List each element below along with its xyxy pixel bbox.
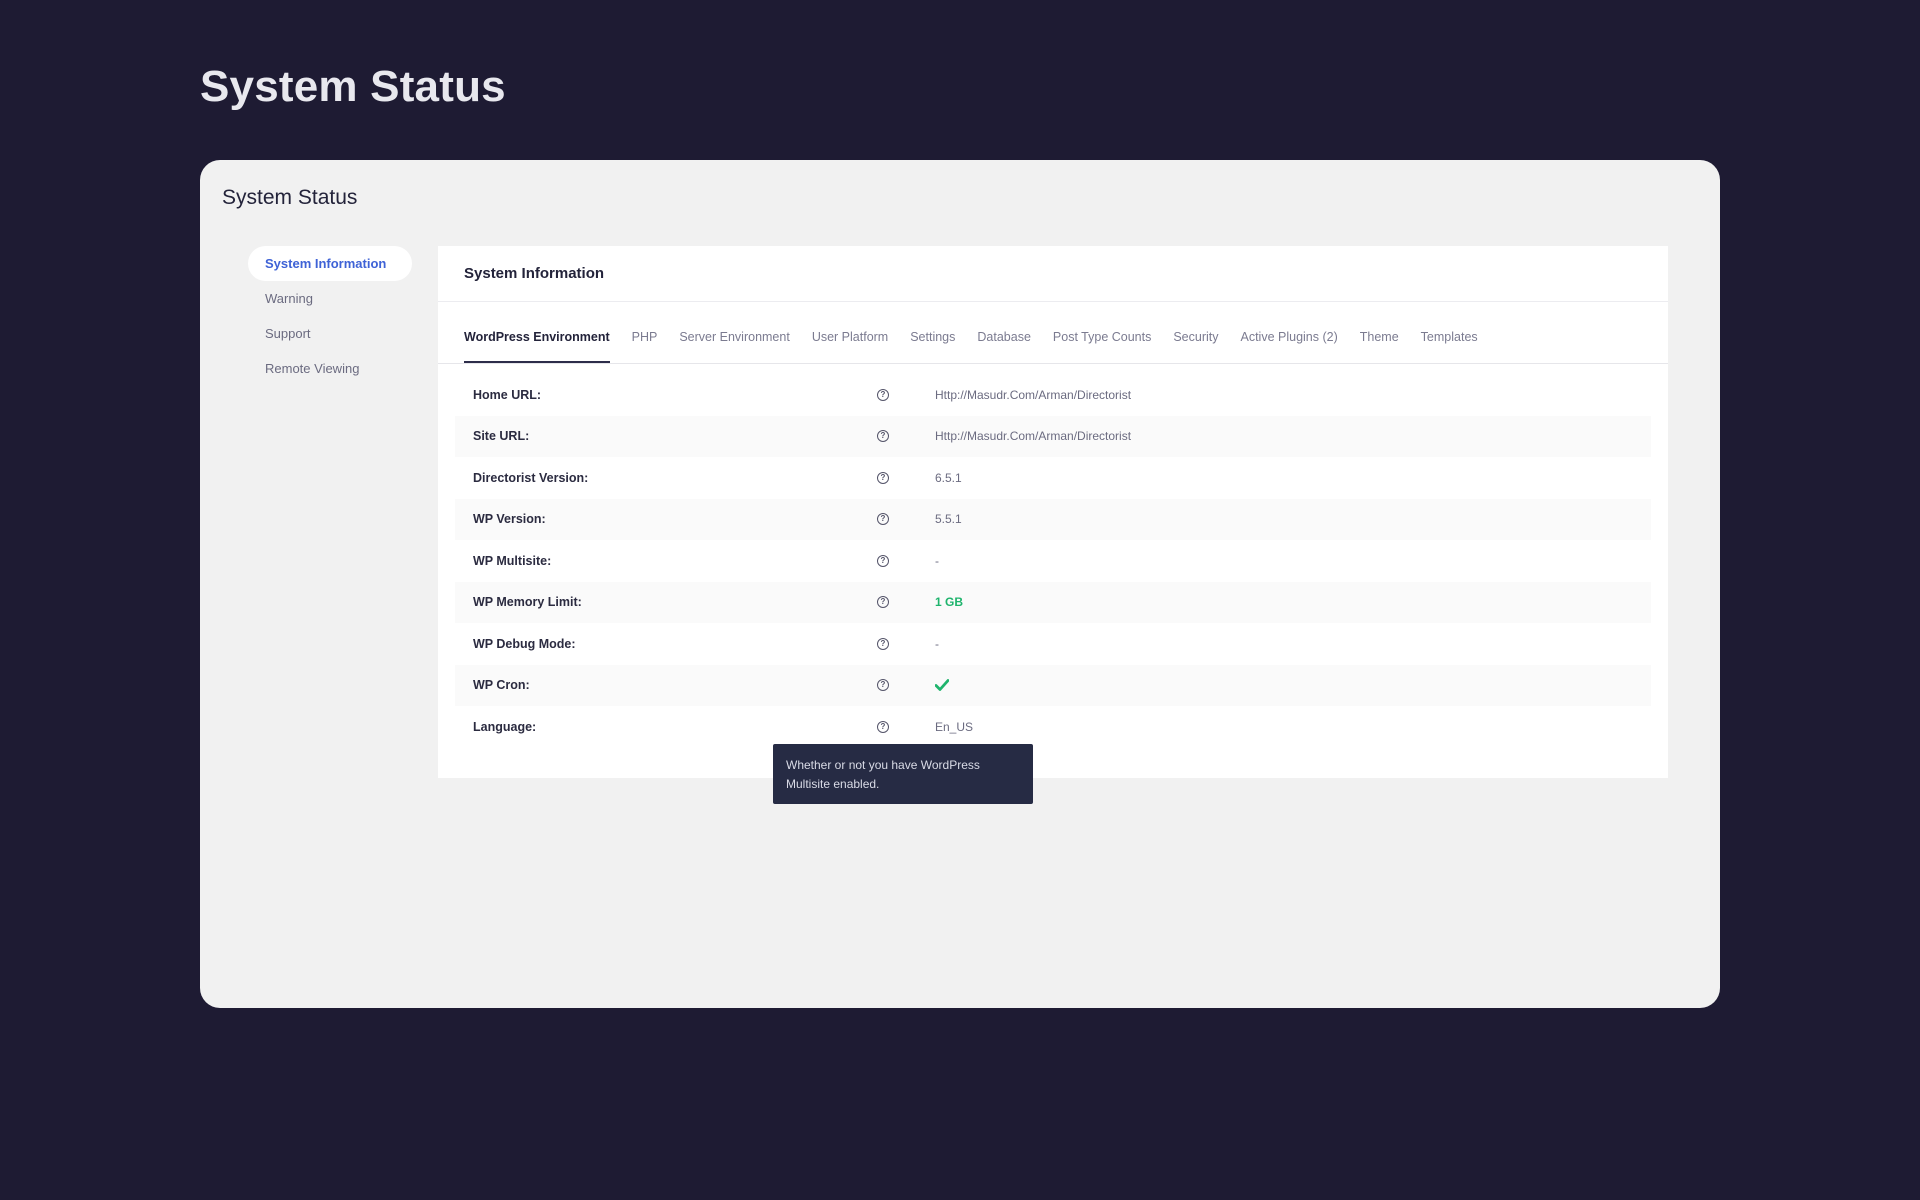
question-circle-icon[interactable]: ? xyxy=(877,720,889,733)
checkmark-icon xyxy=(935,679,949,692)
tab-database[interactable]: Database xyxy=(977,330,1031,363)
info-table: Home URL: ? Http://Masudr.Com/Arman/Dire… xyxy=(455,374,1651,748)
tab-server-environment[interactable]: Server Environment xyxy=(679,330,789,363)
table-row: Directorist Version: ? 6.5.1 xyxy=(455,457,1651,499)
row-value: Http://Masudr.Com/Arman/Directorist xyxy=(935,387,1132,402)
sidebar-item-support[interactable]: Support xyxy=(248,316,412,351)
row-label: Site URL: xyxy=(473,429,530,444)
tab-templates[interactable]: Templates xyxy=(1421,330,1478,363)
question-circle-icon[interactable]: ? xyxy=(877,637,889,650)
panel-title: System Information xyxy=(438,246,1668,302)
row-value: Http://Masudr.Com/Arman/Directorist xyxy=(935,429,1132,444)
row-label: WP Memory Limit: xyxy=(473,595,582,610)
tab-php[interactable]: PHP xyxy=(632,330,658,363)
tab-settings[interactable]: Settings xyxy=(910,330,955,363)
row-value xyxy=(935,679,949,692)
table-row: WP Debug Mode: ? - xyxy=(455,623,1651,665)
row-value: 6.5.1 xyxy=(935,470,962,485)
question-circle-icon[interactable]: ? xyxy=(877,388,889,401)
question-circle-icon[interactable]: ? xyxy=(877,513,889,526)
card-title: System Status xyxy=(222,186,358,209)
page-title: System Status xyxy=(200,62,506,111)
tab-theme[interactable]: Theme xyxy=(1360,330,1399,363)
system-information-panel: System Information WordPress Environment… xyxy=(438,246,1668,778)
row-label: Directorist Version: xyxy=(473,470,589,485)
question-circle-icon[interactable]: ? xyxy=(877,679,889,692)
table-row: Site URL: ? Http://Masudr.Com/Arman/Dire… xyxy=(455,415,1651,457)
row-label: WP Multisite: xyxy=(473,553,552,568)
help-tooltip: Whether or not you have WordPress Multis… xyxy=(773,744,1033,804)
row-label: WP Debug Mode: xyxy=(473,636,576,651)
row-label: WP Cron: xyxy=(473,678,530,693)
row-value: 5.5.1 xyxy=(935,512,962,527)
system-status-card: System Status System Information Warning… xyxy=(200,160,1720,1008)
question-circle-icon[interactable]: ? xyxy=(877,471,889,484)
sidebar: System Information Warning Support Remot… xyxy=(248,246,412,386)
table-row: Home URL: ? Http://Masudr.Com/Arman/Dire… xyxy=(455,374,1651,416)
table-row: WP Cron: ? xyxy=(455,664,1651,706)
tab-bar: WordPress Environment PHP Server Environ… xyxy=(438,302,1668,364)
row-label: Language: xyxy=(473,719,537,734)
tab-user-platform[interactable]: User Platform xyxy=(812,330,888,363)
row-value: - xyxy=(935,553,939,568)
tab-security[interactable]: Security xyxy=(1173,330,1218,363)
sidebar-item-system-information[interactable]: System Information xyxy=(248,246,412,281)
row-value: - xyxy=(935,636,939,651)
row-value: 1 GB xyxy=(935,595,964,610)
sidebar-item-remote-viewing[interactable]: Remote Viewing xyxy=(248,351,412,386)
row-label: WP Version: xyxy=(473,512,546,527)
sidebar-item-warning[interactable]: Warning xyxy=(248,281,412,316)
question-circle-icon[interactable]: ? xyxy=(877,554,889,567)
table-row: WP Multisite: ? - xyxy=(455,540,1651,582)
question-circle-icon[interactable]: ? xyxy=(877,596,889,609)
table-row: Language: ? En_US xyxy=(455,706,1651,748)
tab-active-plugins[interactable]: Active Plugins (2) xyxy=(1241,330,1338,363)
row-label: Home URL: xyxy=(473,387,542,402)
tab-wordpress-environment[interactable]: WordPress Environment xyxy=(464,330,610,363)
tab-post-type-counts[interactable]: Post Type Counts xyxy=(1053,330,1151,363)
table-row: WP Version: ? 5.5.1 xyxy=(455,498,1651,540)
table-row: WP Memory Limit: ? 1 GB xyxy=(455,581,1651,623)
question-circle-icon[interactable]: ? xyxy=(877,430,889,443)
row-value: En_US xyxy=(935,719,974,734)
